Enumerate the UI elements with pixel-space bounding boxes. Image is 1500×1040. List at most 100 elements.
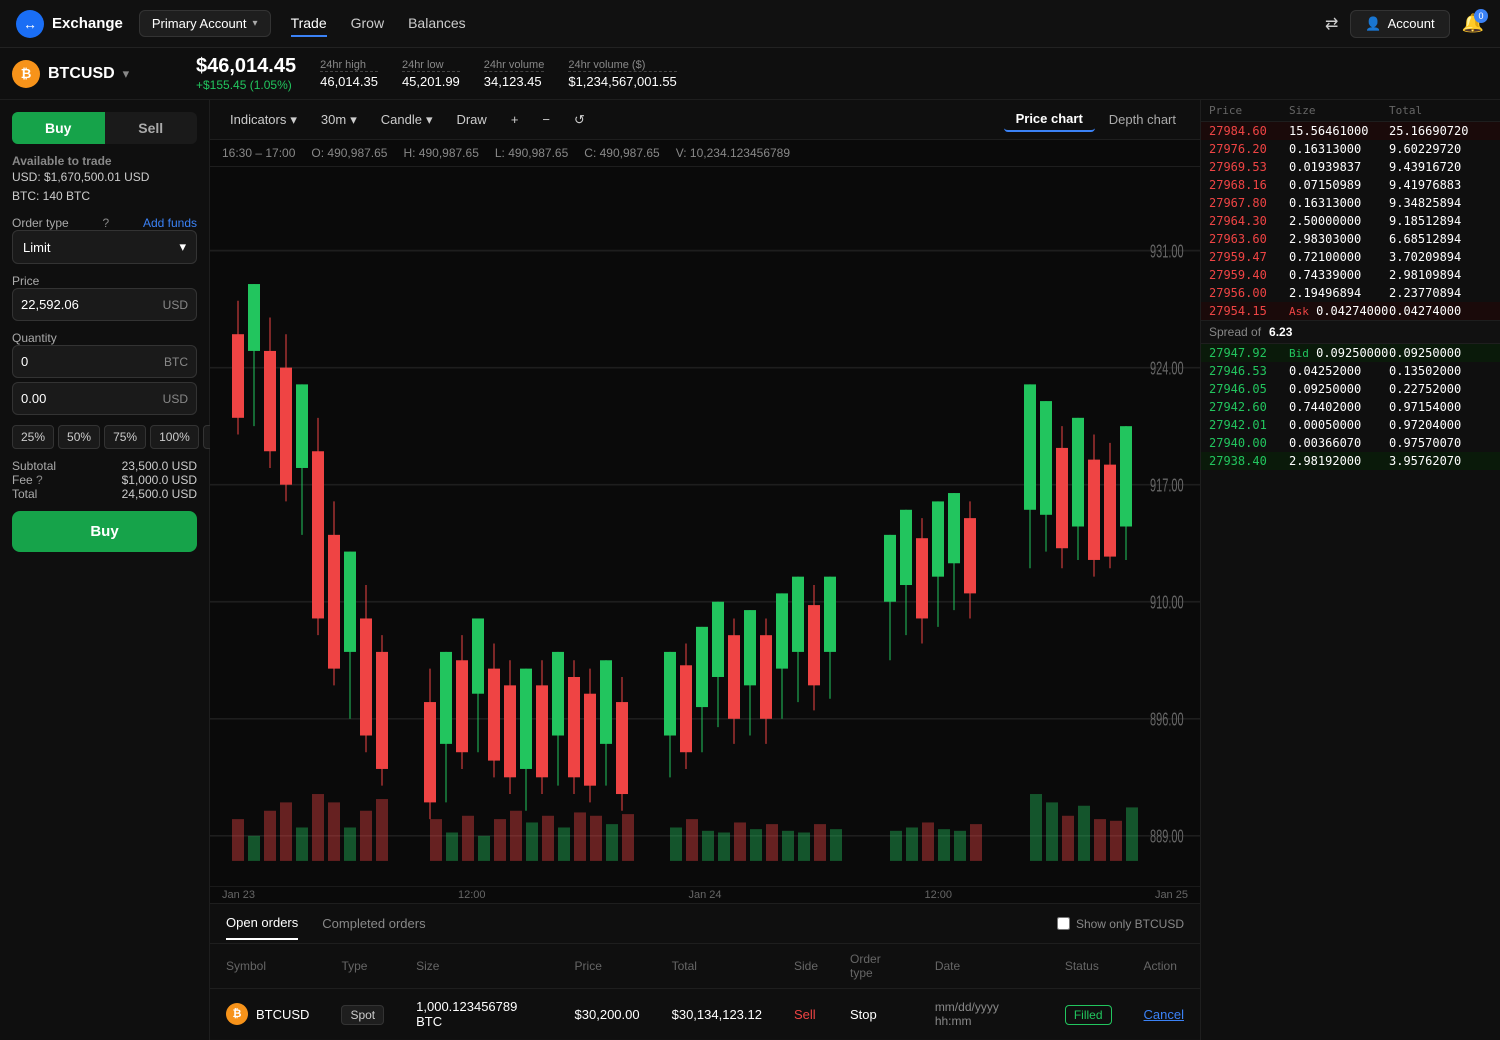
orders-table-head: Symbol Type Size Price Total Side Order …	[210, 944, 1200, 989]
ask-row-2[interactable]: 27969.53 0.01939837 9.43916720	[1201, 158, 1500, 176]
completed-orders-tab[interactable]: Completed orders	[322, 908, 425, 939]
primary-account-button[interactable]: Primary Account ▾	[139, 10, 271, 37]
account-right-button[interactable]: 👤 Account	[1350, 10, 1449, 38]
ask-size-5: 2.50000000	[1289, 214, 1389, 228]
ticker-stat-1: 24hr low 45,201.99	[402, 59, 460, 89]
user-icon: 👤	[1365, 16, 1381, 32]
order-side: Sell	[778, 989, 834, 1040]
ask-row-5[interactable]: 27964.30 2.50000000 9.18512894	[1201, 212, 1500, 230]
cancel-link[interactable]: Cancel	[1144, 1007, 1184, 1022]
btc-icon: ₿	[12, 60, 40, 88]
ohlcv-volume: V: 10,234.123456789	[676, 146, 790, 160]
stat-label-0: 24hr high	[320, 59, 378, 72]
ask-total-7: 3.70209894	[1389, 250, 1479, 264]
filter-btcusd-checkbox[interactable]	[1057, 917, 1070, 930]
bid-row-4[interactable]: 27942.01 0.00050000 0.97204000	[1201, 416, 1500, 434]
ask-price-7: 27959.47	[1209, 250, 1289, 264]
order-side-value: Sell	[794, 1007, 816, 1022]
candle-caret-icon: ▾	[426, 112, 433, 128]
bid-row-6[interactable]: 27938.40 2.98192000 3.95762070	[1201, 452, 1500, 470]
bid-total-6: 3.95762070	[1389, 454, 1479, 468]
price-input[interactable]	[13, 289, 155, 320]
bid-row-5[interactable]: 27940.00 0.00366070 0.97570070	[1201, 434, 1500, 452]
orders-panel: Open orders Completed orders Show only B…	[210, 903, 1200, 1040]
notification-badge: 0	[1474, 9, 1488, 23]
nav-link-balances[interactable]: Balances	[408, 11, 466, 37]
col-total: Total	[656, 944, 778, 989]
pct-50-button[interactable]: 50%	[58, 425, 100, 449]
asks-section: Price Size Total 27984.60 15.56461000 25…	[1201, 100, 1500, 320]
left-panel: Buy Sell Available to trade USD: $1,670,…	[0, 100, 210, 1040]
ticker-symbol[interactable]: ₿ BTCUSD ▾	[12, 60, 172, 88]
usd-available: USD: $1,670,500.01 USD	[12, 168, 197, 187]
ask-row-4[interactable]: 27967.80 0.16313000 9.34825894	[1201, 194, 1500, 212]
ask-total-10: 0.04274000	[1389, 304, 1479, 318]
qty-usd-input[interactable]	[13, 383, 155, 414]
ask-row-1[interactable]: 27976.20 0.16313000 9.60229720	[1201, 140, 1500, 158]
pct-75-button[interactable]: 75%	[104, 425, 146, 449]
ask-row-10[interactable]: 27954.15 Ask 0.04274000 0.04274000	[1201, 302, 1500, 320]
nav-link-trade[interactable]: Trade	[291, 11, 327, 37]
order-price: $30,200.00	[559, 989, 656, 1040]
symbol-caret: ▾	[123, 66, 130, 82]
ask-price-9: 27956.00	[1209, 286, 1289, 300]
add-indicator-button[interactable]: +	[503, 108, 527, 131]
chart-body[interactable]: 931.00 924.00 917.00 910.00 896.00 889.0…	[210, 167, 1200, 886]
ask-row-3[interactable]: 27968.16 0.07150989 9.41976883	[1201, 176, 1500, 194]
exchange-logo-icon: ↔	[16, 10, 44, 38]
qty-btc-currency: BTC	[156, 355, 196, 369]
bid-price-0: 27947.92	[1209, 346, 1289, 360]
remove-indicator-button[interactable]: −	[534, 108, 558, 131]
indicators-button[interactable]: Indicators ▾	[222, 108, 305, 132]
ask-row-7[interactable]: 27959.47 0.72100000 3.70209894	[1201, 248, 1500, 266]
ask-size-9: 2.19496894	[1289, 286, 1389, 300]
ask-row-0[interactable]: 27984.60 15.56461000 25.16690720	[1201, 122, 1500, 140]
bid-row-0[interactable]: 27947.92 Bid 0.09250000 0.09250000	[1201, 344, 1500, 362]
spot-badge: Spot	[341, 1005, 384, 1025]
qty-btc-input[interactable]	[13, 346, 156, 377]
ask-row-6[interactable]: 27963.60 2.98303000 6.68512894	[1201, 230, 1500, 248]
ask-price-0: 27984.60	[1209, 124, 1289, 138]
subtotal-label: Subtotal	[12, 459, 56, 473]
bid-price-1: 27946.53	[1209, 364, 1289, 378]
sell-tab[interactable]: Sell	[105, 112, 198, 144]
price-chart-btn[interactable]: Price chart	[1004, 107, 1095, 132]
ask-row-9[interactable]: 27956.00 2.19496894 2.23770894	[1201, 284, 1500, 302]
bid-row-3[interactable]: 27942.60 0.74402000 0.97154000	[1201, 398, 1500, 416]
add-funds-link[interactable]: Add funds	[143, 216, 197, 230]
buy-tab[interactable]: Buy	[12, 112, 105, 144]
pct-25-button[interactable]: 25%	[12, 425, 54, 449]
candle-type-button[interactable]: Candle ▾	[373, 108, 441, 132]
reset-chart-button[interactable]: ↺	[566, 108, 593, 132]
buy-button[interactable]: Buy	[12, 511, 197, 552]
timeframe-button[interactable]: 30m ▾	[313, 108, 365, 132]
order-type-section: Order type ? Add funds Limit ▾	[12, 216, 197, 264]
open-orders-tab[interactable]: Open orders	[226, 907, 298, 940]
bid-price-2: 27946.05	[1209, 382, 1289, 396]
ticker-stat-0: 24hr high 46,014.35	[320, 59, 378, 89]
notification-button[interactable]: 🔔 0	[1462, 13, 1484, 34]
fee-help-icon: ?	[36, 473, 43, 487]
bid-price-6: 27938.40	[1209, 454, 1289, 468]
svg-text:896.00: 896.00	[1150, 710, 1184, 731]
col-date: Date	[919, 944, 1049, 989]
pct-100-button[interactable]: 100%	[150, 425, 199, 449]
ask-size-3: 0.07150989	[1289, 178, 1389, 192]
ask-size-0: 15.56461000	[1289, 124, 1389, 138]
depth-chart-btn[interactable]: Depth chart	[1097, 107, 1188, 132]
filled-badge: Filled	[1065, 1005, 1112, 1025]
bid-row-2[interactable]: 27946.05 0.09250000 0.22752000	[1201, 380, 1500, 398]
transfer-icon[interactable]: ⇄	[1325, 14, 1338, 34]
stat-value-2: 34,123.45	[484, 74, 545, 89]
nav-link-grow[interactable]: Grow	[351, 11, 384, 37]
bid-label: Bid	[1289, 347, 1309, 360]
bid-price-5: 27940.00	[1209, 436, 1289, 450]
account-right-label: Account	[1388, 16, 1435, 31]
ask-row-8[interactable]: 27959.40 0.74339000 2.98109894	[1201, 266, 1500, 284]
draw-button[interactable]: Draw	[448, 108, 494, 131]
total-row: Total 24,500.0 USD	[12, 487, 197, 501]
ask-label: Ask	[1289, 305, 1309, 318]
order-type-select[interactable]: Limit ▾	[12, 230, 197, 264]
ohlcv-low: L: 490,987.65	[495, 146, 568, 160]
bid-row-1[interactable]: 27946.53 0.04252000 0.13502000	[1201, 362, 1500, 380]
